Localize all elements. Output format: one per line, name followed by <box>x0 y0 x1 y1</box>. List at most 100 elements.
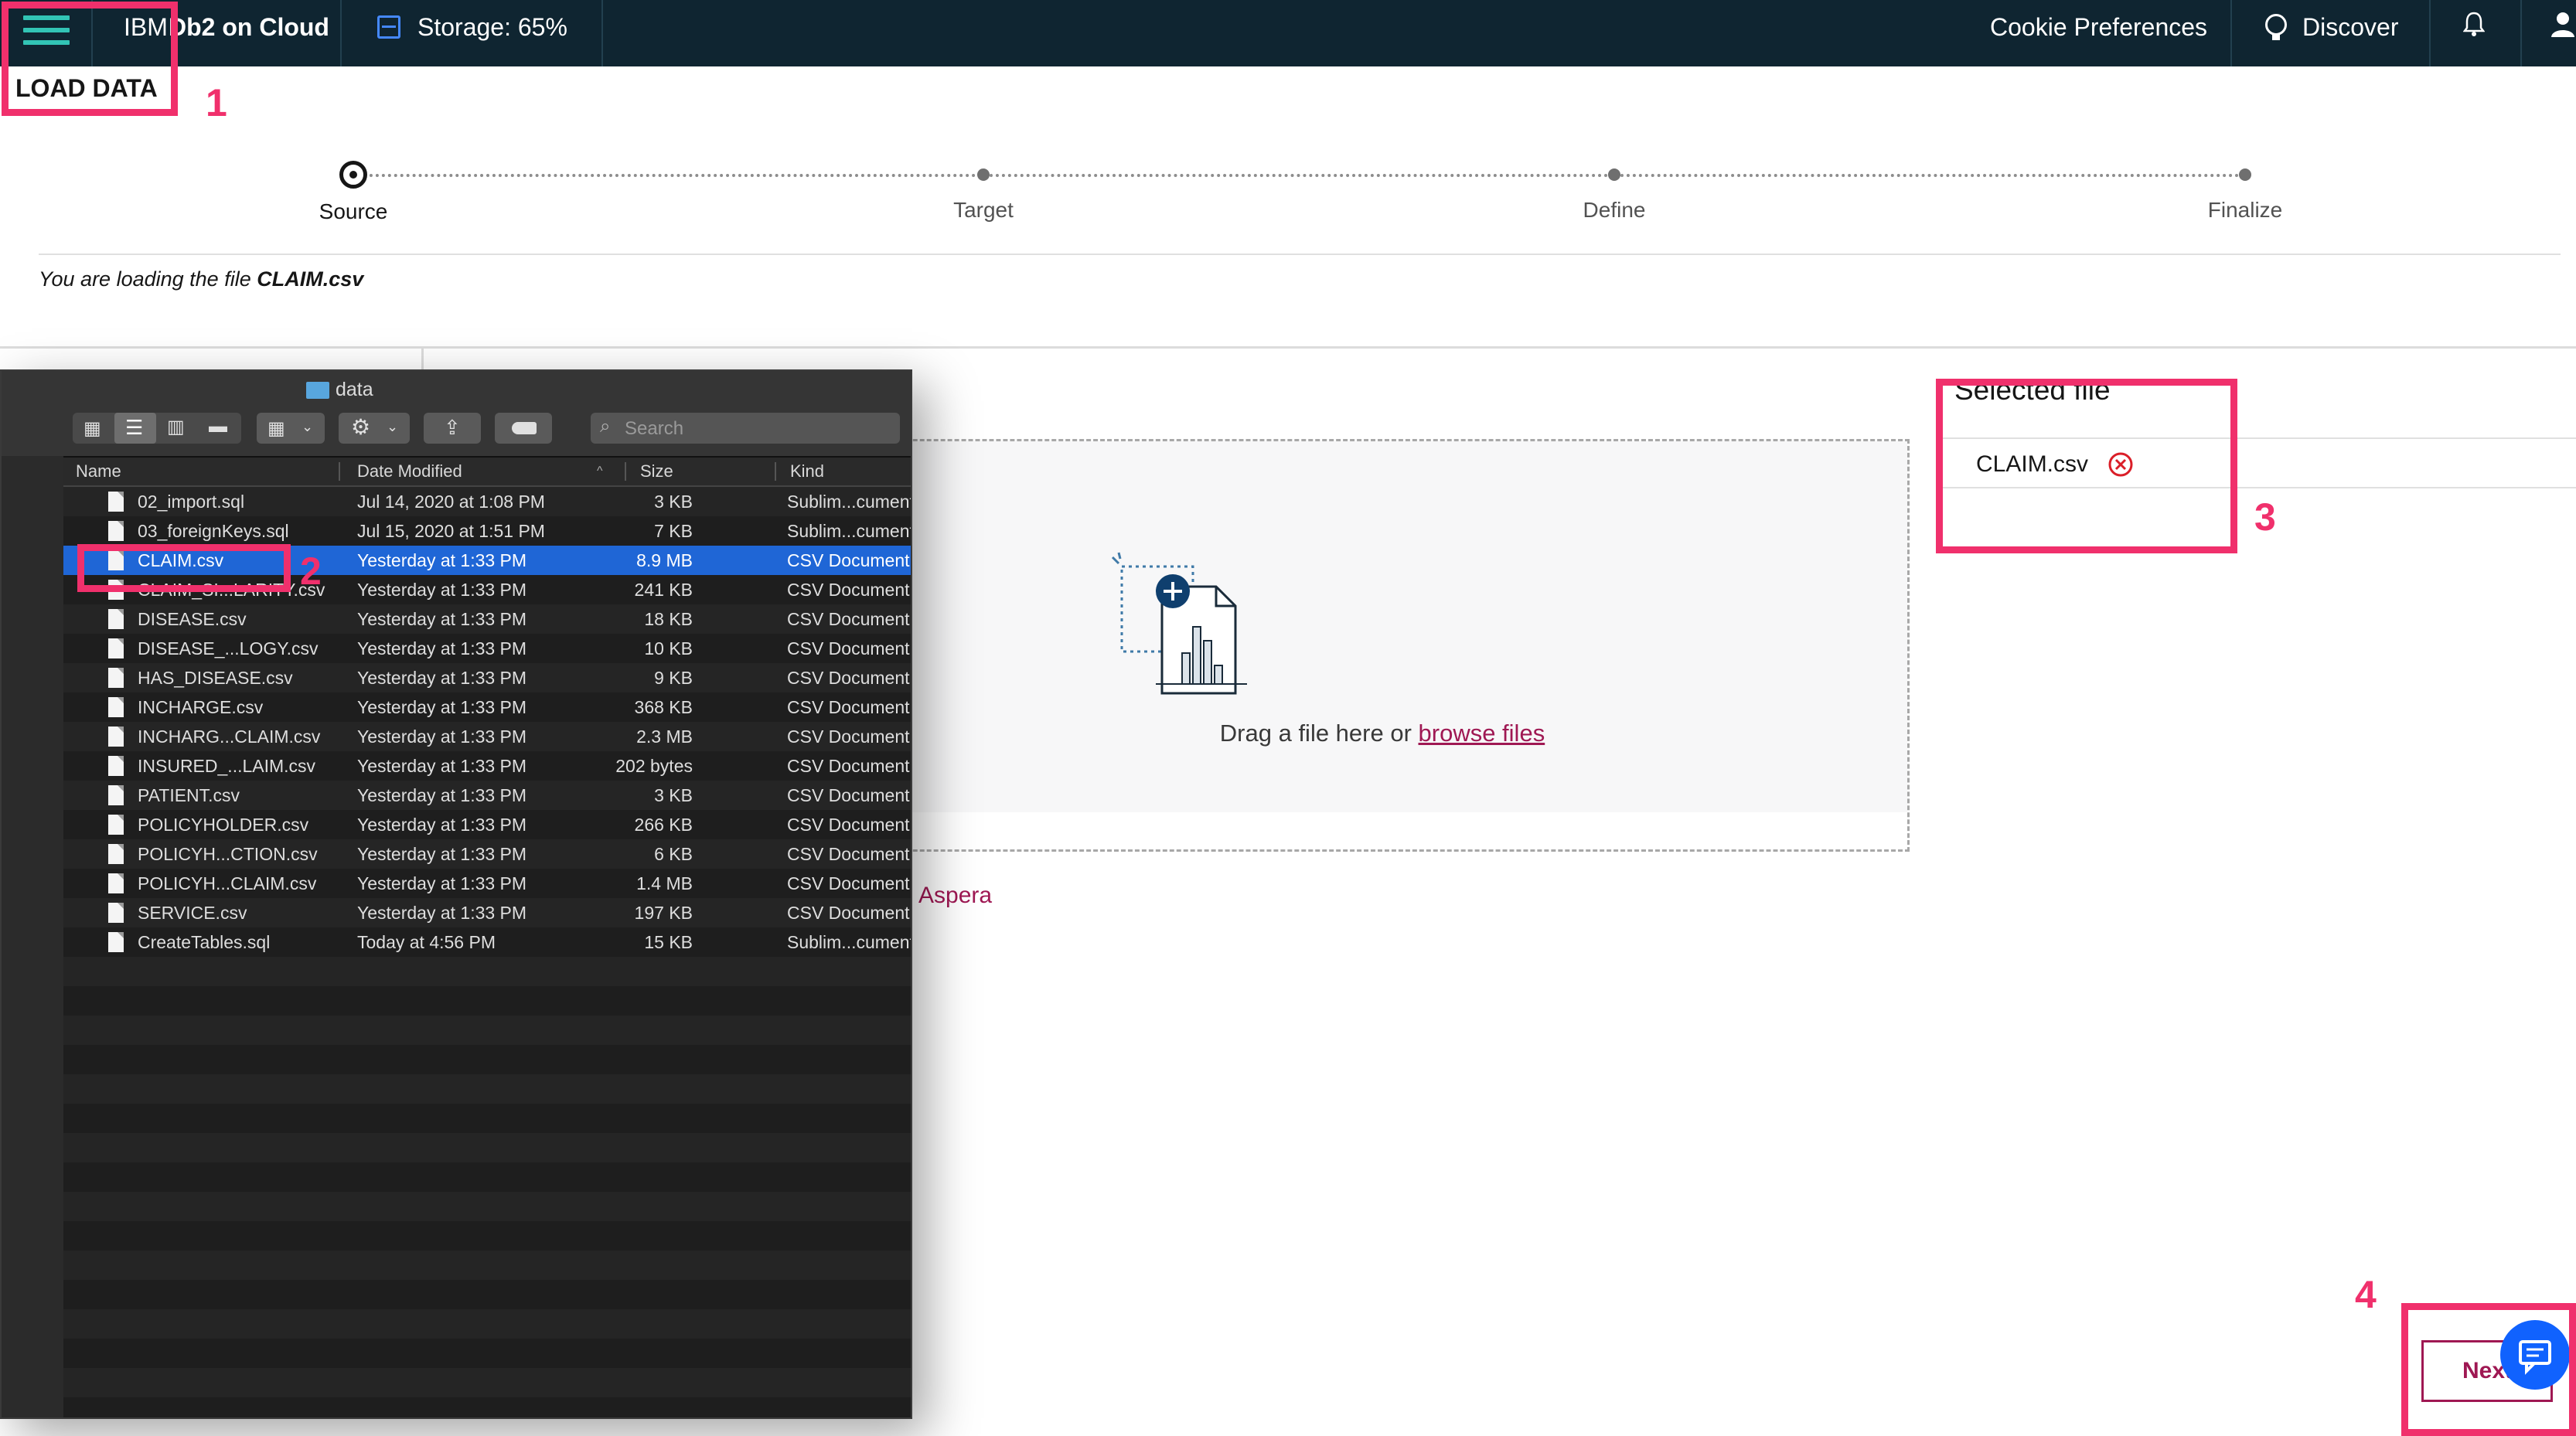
column-date-modified[interactable]: Date Modified <box>357 458 462 485</box>
file-row[interactable]: HAS_DISEASE.csv Yesterday at 1:33 PM 9 KB C… <box>63 663 911 692</box>
file-kind: CSV Document <box>787 756 910 776</box>
finder-column-header: Name Date Modified ^ Size Kind <box>63 458 911 487</box>
file-row[interactable]: CreateTables.sql Today at 4:56 PM 15 KB Sub… <box>63 927 911 957</box>
file-date-modified: Yesterday at 1:33 PM <box>357 550 527 570</box>
file-kind: CSV Document <box>787 727 910 747</box>
document-icon <box>108 903 124 923</box>
tags-button[interactable] <box>495 413 552 444</box>
annotation-number-3: 3 <box>2254 495 2276 539</box>
empty-row <box>63 1133 911 1162</box>
empty-row <box>63 1074 911 1104</box>
finder-title: data <box>336 379 373 400</box>
empty-row <box>63 1397 911 1417</box>
file-name: DISEASE_...LOGY.csv <box>138 638 319 658</box>
column-view-icon[interactable]: ▥ <box>167 416 185 438</box>
file-date-modified: Yesterday at 1:33 PM <box>357 668 527 688</box>
icon-view-icon[interactable]: ▦ <box>83 417 101 440</box>
browse-files-link[interactable]: browse files <box>1419 720 1545 747</box>
view-mode-switcher[interactable]: ▦ ☰ ▥ ▬ <box>73 413 241 444</box>
file-size: 368 KB <box>634 697 693 717</box>
chevron-down-icon: ⌄ <box>387 419 399 434</box>
group-by-button[interactable]: ▦ ⌄ <box>257 413 325 444</box>
file-row[interactable]: POLICYH...CLAIM.csv Yesterday at 1:33 PM 1… <box>63 869 911 898</box>
file-size: 266 KB <box>634 815 693 835</box>
file-name: POLICYH...CTION.csv <box>138 844 318 864</box>
step-current-icon <box>339 161 367 189</box>
group-icon: ▦ <box>267 418 285 439</box>
file-name: INCHARGE.csv <box>138 697 264 717</box>
file-row[interactable]: INCHARGE.csv Yesterday at 1:33 PM 368 KB CS… <box>63 692 911 722</box>
document-icon <box>108 697 124 717</box>
file-name: SERVICE.csv <box>138 903 247 923</box>
topbar-divider <box>340 0 342 66</box>
file-drop-zone[interactable]: Drag a file here or browse files <box>850 439 1910 852</box>
empty-row <box>63 1104 911 1133</box>
step-source[interactable]: Source <box>319 199 388 224</box>
step-target: Target <box>953 198 1014 222</box>
action-button[interactable]: ⚙ ⌄ <box>339 413 410 444</box>
file-row[interactable]: 03_foreignKeys.sql Jul 15, 2020 at 1:51 P… <box>63 516 911 546</box>
share-button[interactable]: ⇪ <box>424 413 481 444</box>
document-icon <box>108 492 124 512</box>
finder-toolbar: data ▦ ☰ ▥ ▬ ▦ ⌄ ⚙ ⌄ ⇪ ⌕ Search <box>2 371 911 458</box>
file-row[interactable]: INSURED_...LAIM.csv Yesterday at 1:33 PM 2… <box>63 751 911 781</box>
file-kind: CSV Document <box>787 550 910 570</box>
file-kind: CSV Document <box>787 668 910 688</box>
annotation-number-1: 1 <box>206 81 227 124</box>
file-row[interactable]: INCHARG...CLAIM.csv Yesterday at 1:33 PM 2… <box>63 722 911 751</box>
share-icon: ⇪ <box>444 416 461 439</box>
file-name: 02_import.sql <box>138 492 245 512</box>
document-icon <box>108 727 124 747</box>
file-kind: Sublim...cument <box>787 521 911 541</box>
file-size: 8.9 MB <box>636 550 693 570</box>
file-date-modified: Yesterday at 1:33 PM <box>357 609 527 629</box>
file-row[interactable]: POLICYHOLDER.csv Yesterday at 1:33 PM 266 … <box>63 810 911 839</box>
empty-row <box>63 957 911 986</box>
aspera-link[interactable]: Aspera <box>918 883 992 909</box>
cookie-preferences-link[interactable]: Cookie Preferences <box>1990 0 2207 66</box>
file-row[interactable]: 02_import.sql Jul 14, 2020 at 1:08 PM 3 KB… <box>63 487 911 516</box>
file-name: POLICYH...CLAIM.csv <box>138 873 317 893</box>
storage-indicator[interactable]: Storage: 65% <box>417 0 567 66</box>
divider <box>39 254 2561 255</box>
finder-search-input[interactable]: ⌕ Search <box>591 413 900 444</box>
empty-row <box>63 1280 911 1309</box>
column-name[interactable]: Name <box>76 458 121 485</box>
list-view-icon[interactable]: ☰ <box>125 416 143 440</box>
file-date-modified: Today at 4:56 PM <box>357 932 496 952</box>
file-row[interactable]: SERVICE.csv Yesterday at 1:33 PM 197 KB CSV… <box>63 898 911 927</box>
column-size[interactable]: Size <box>640 458 673 485</box>
file-size: 9 KB <box>654 668 693 688</box>
empty-row <box>63 1368 911 1397</box>
file-row[interactable]: POLICYH...CTION.csv Yesterday at 1:33 PM 6… <box>63 839 911 869</box>
finder-sidebar <box>2 456 65 1417</box>
file-kind: CSV Document <box>787 609 910 629</box>
file-date-modified: Jul 14, 2020 at 1:08 PM <box>357 492 545 512</box>
file-size: 3 KB <box>654 785 693 805</box>
document-icon <box>108 756 124 776</box>
loading-file-name: CLAIM.csv <box>257 267 364 291</box>
file-kind: CSV Document <box>787 873 910 893</box>
file-name: PATIENT.csv <box>138 785 240 805</box>
empty-row <box>63 1339 911 1368</box>
file-row[interactable]: DISEASE.csv Yesterday at 1:33 PM 18 KB CSV … <box>63 604 911 634</box>
document-icon <box>108 844 124 864</box>
step-incomplete-icon <box>2239 168 2251 181</box>
file-name: INSURED_...LAIM.csv <box>138 756 316 776</box>
brand-name[interactable]: Db2 on Cloud <box>169 0 329 66</box>
file-date-modified: Yesterday at 1:33 PM <box>357 756 527 776</box>
notification-bell-icon[interactable] <box>2462 11 2486 37</box>
drop-text: Drag a file here or <box>1219 720 1419 747</box>
discover-link[interactable]: Discover <box>2302 0 2398 66</box>
file-row[interactable]: PATIENT.csv Yesterday at 1:33 PM 3 KB CSV D… <box>63 781 911 810</box>
file-row[interactable]: DISEASE_...LOGY.csv Yesterday at 1:33 PM 1… <box>63 634 911 663</box>
storage-icon <box>377 15 400 39</box>
empty-row <box>63 1251 911 1280</box>
user-avatar-icon[interactable] <box>2550 11 2576 39</box>
file-size: 197 KB <box>634 903 693 923</box>
upload-file-icon <box>1108 550 1278 704</box>
file-name: HAS_DISEASE.csv <box>138 668 293 688</box>
gallery-view-icon[interactable]: ▬ <box>209 416 227 437</box>
sort-ascending-icon: ^ <box>597 464 603 478</box>
column-kind[interactable]: Kind <box>790 458 824 485</box>
